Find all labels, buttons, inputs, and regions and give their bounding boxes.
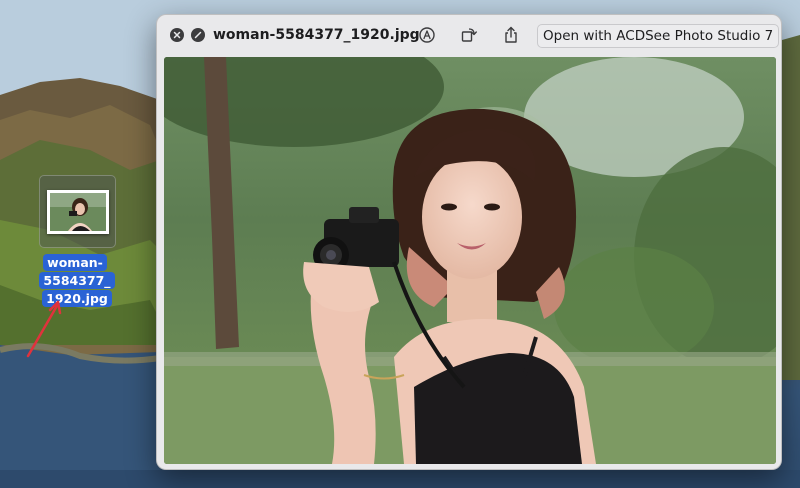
open-with-button[interactable]: Open with ACDSee Photo Studio 7 <box>537 24 780 48</box>
quicklook-window: woman-5584377_1920.jpg Open with ACDSee … <box>156 14 782 470</box>
rotate-icon[interactable] <box>460 26 478 44</box>
window-title: woman-5584377_1920.jpg <box>213 27 420 43</box>
annotation-arrow <box>26 300 62 358</box>
file-label-line1: woman-5584377_ <box>39 254 115 289</box>
file-thumbnail <box>47 190 109 234</box>
share-icon[interactable] <box>502 26 520 44</box>
close-icon[interactable] <box>170 28 184 42</box>
desktop-file-icon[interactable] <box>39 175 116 248</box>
quicklook-toolbar: woman-5584377_1920.jpg Open with ACDSee … <box>157 15 781 57</box>
fullscreen-icon[interactable] <box>191 28 205 42</box>
markup-icon[interactable] <box>418 26 436 44</box>
image-preview <box>164 57 776 464</box>
